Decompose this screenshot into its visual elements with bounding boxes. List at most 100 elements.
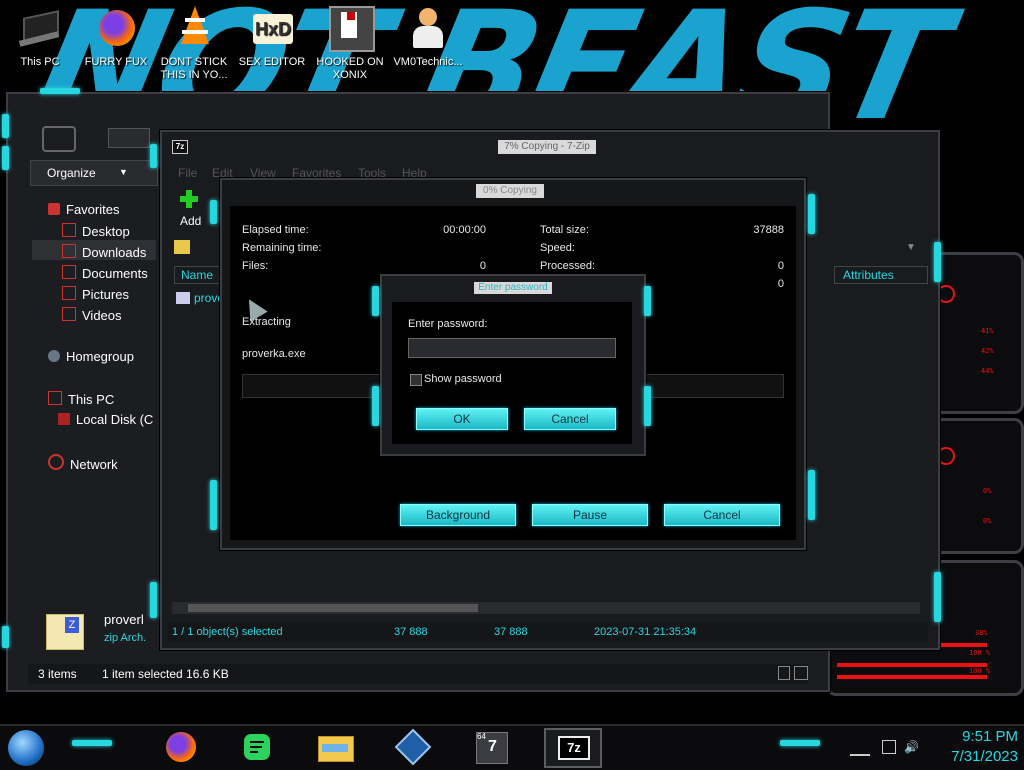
nav-homegroup[interactable]: Homegroup — [48, 349, 134, 364]
game-icon — [327, 6, 375, 52]
back-forward-icon[interactable] — [42, 126, 76, 152]
disk-readout: 0% — [983, 487, 992, 495]
elapsed-time-label: Elapsed time: — [242, 224, 309, 236]
desktop-icon-label: VM0Technic... — [393, 56, 463, 68]
volume-icon[interactable]: 🔊 — [904, 740, 919, 754]
spotify-icon[interactable] — [240, 730, 274, 764]
clock-date[interactable]: 7/31/2023 — [930, 748, 1018, 765]
memory-readout: 100 % — [969, 667, 991, 675]
status-selection: 1 item selected 16.6 KB — [102, 667, 229, 681]
desktop-icon — [62, 223, 76, 237]
disk-monitor-panel: 0% 0% — [928, 418, 1024, 554]
password-cancel-button[interactable]: Cancel — [524, 408, 616, 430]
address-bar[interactable] — [108, 128, 150, 148]
cpu-readout: 41% — [981, 327, 994, 335]
nav-videos[interactable]: Videos — [62, 307, 122, 323]
operation-label: Extracting — [242, 316, 291, 328]
show-password-checkbox[interactable] — [410, 374, 422, 386]
taskbar — [0, 724, 1024, 770]
7zip-64-icon[interactable]: 7 64 — [474, 730, 508, 764]
cancel-button[interactable]: Cancel — [664, 504, 780, 526]
doctor-avatar-icon — [405, 6, 451, 52]
extra-value: 0 — [777, 278, 784, 290]
elapsed-time-value: 00:00:00 — [443, 224, 486, 236]
scrollbar-thumb[interactable] — [188, 604, 478, 612]
password-dialog[interactable]: Enter password Enter password: Show pass… — [372, 274, 651, 456]
password-dialog-title: Enter password — [474, 282, 552, 294]
desktop-icon-furry-fux[interactable]: FURRY FUX — [80, 6, 152, 69]
7zip-icon[interactable]: 7z — [544, 728, 602, 768]
start-button[interactable] — [8, 730, 44, 766]
details-file-name: proverl — [104, 612, 144, 627]
cpu-readout: 42% — [981, 347, 994, 355]
folder-up-icon[interactable] — [174, 240, 190, 254]
nav-favorites[interactable]: Favorites — [48, 202, 119, 217]
sevenzip-status-bar: 1 / 1 object(s) selected 37 888 37 888 2… — [168, 622, 928, 642]
desktop-icon-label: FURRY FUX — [84, 56, 148, 68]
progress-title: 0% Copying — [476, 184, 544, 198]
desktop-icon-this-pc[interactable]: This PC — [4, 6, 76, 69]
desktop-icon-hxd[interactable]: HxD SEX EDITOR — [236, 6, 308, 69]
nav-network[interactable]: Network — [48, 454, 118, 472]
ok-button[interactable]: OK — [416, 408, 508, 430]
hxd-editor-icon: HxD — [249, 6, 295, 52]
videos-icon — [62, 307, 76, 321]
organize-button[interactable]: Organize ▼ — [30, 160, 158, 186]
7zip-app-icon: 7z — [172, 140, 188, 154]
speed-label: Speed: — [540, 242, 575, 254]
cpu-readout: 44% — [981, 367, 994, 375]
dropdown-arrow-icon[interactable]: ▼ — [906, 242, 920, 256]
desktop-icon-label: DONT STICK THIS IN YO... — [160, 56, 228, 81]
sevenzip-title: 7% Copying - 7-Zip — [498, 140, 596, 154]
add-label: Add — [180, 214, 202, 228]
column-name-header[interactable]: Name — [174, 266, 220, 284]
details-view-icon[interactable] — [778, 666, 790, 680]
drive-icon — [58, 413, 70, 425]
nav-this-pc[interactable]: This PC — [48, 391, 114, 407]
downloads-icon — [62, 244, 76, 258]
tiles-view-icon[interactable] — [794, 666, 808, 680]
desktop-icon-label: This PC — [20, 56, 60, 68]
total-size-value: 37888 — [753, 224, 784, 236]
current-file-name: proverka.exe — [242, 348, 306, 360]
column-attributes-header[interactable]: Attributes — [834, 266, 928, 284]
desktop-icon-xonix[interactable]: HOOKED ON XONIX — [314, 6, 386, 82]
files-label: Files: — [242, 260, 269, 272]
zip-file-icon: Z — [46, 614, 84, 650]
add-button[interactable]: Add — [174, 190, 210, 232]
virtualbox-icon[interactable] — [394, 728, 432, 766]
explorer-status-bar: 3 items 1 item selected 16.6 KB — [28, 664, 808, 684]
pause-button[interactable]: Pause — [532, 504, 648, 526]
documents-icon — [62, 265, 76, 279]
firefox-icon — [93, 6, 139, 52]
nav-local-disk[interactable]: Local Disk (C — [58, 412, 153, 427]
password-prompt: Enter password: — [408, 318, 488, 330]
pictures-icon — [62, 286, 76, 300]
nav-pictures[interactable]: Pictures — [62, 286, 129, 302]
password-input[interactable] — [408, 338, 616, 358]
remaining-time-label: Remaining time: — [242, 242, 322, 254]
homegroup-icon — [48, 350, 60, 362]
disk-readout: 0% — [983, 517, 992, 525]
notification-icon[interactable] — [850, 740, 870, 756]
file-explorer-icon[interactable] — [316, 730, 356, 764]
nav-desktop[interactable]: Desktop — [62, 223, 130, 239]
nav-documents[interactable]: Documents — [62, 265, 148, 281]
background-button[interactable]: Background — [400, 504, 516, 526]
chevron-down-icon: ▼ — [119, 167, 128, 177]
desktop-icon-label: HOOKED ON XONIX — [316, 56, 384, 81]
files-value: 0 — [479, 260, 486, 272]
desktop-icon-vlc[interactable]: DONT STICK THIS IN YO... — [158, 6, 230, 82]
menu-file[interactable]: File — [178, 166, 197, 180]
nav-downloads[interactable]: Downloads — [62, 244, 146, 260]
firefox-icon[interactable] — [164, 730, 198, 764]
processed-value: 0 — [777, 260, 784, 272]
network-tray-icon[interactable] — [882, 740, 896, 754]
desktop-icon-vm0technic[interactable]: VM0Technic... — [392, 6, 464, 69]
network-icon — [48, 454, 64, 470]
clock-time[interactable]: 9:51 PM — [930, 728, 1018, 745]
star-icon — [48, 203, 60, 215]
horizontal-scrollbar[interactable] — [172, 602, 920, 614]
zip-file-icon — [176, 292, 190, 304]
show-password-label: Show password — [424, 373, 502, 385]
